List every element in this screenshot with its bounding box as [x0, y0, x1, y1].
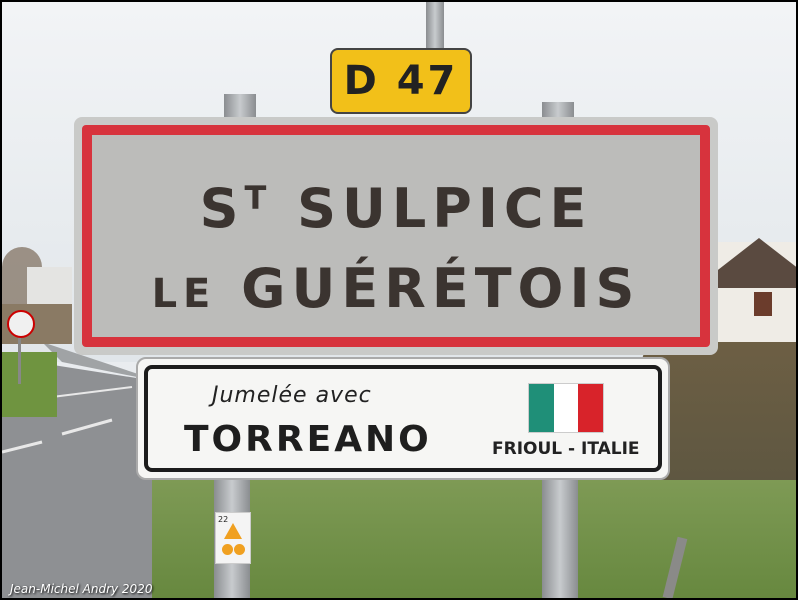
top-pole [426, 2, 444, 50]
twin-caption: Jumelée avec [212, 383, 372, 408]
road-number-label: D 47 [343, 58, 459, 104]
photo-credit: Jean-Michel Andry 2020 [10, 582, 153, 596]
house-left [27, 267, 72, 307]
grass-left [2, 352, 57, 417]
flag-white [553, 384, 579, 432]
town-name-line1: ST SULPICE [199, 177, 593, 240]
town-name-line2: LE GUÉRÉTOIS [151, 257, 641, 320]
town-sign-border: ST SULPICE LE GUÉRÉTOIS [82, 125, 710, 347]
town-entry-sign: ST SULPICE LE GUÉRÉTOIS [74, 117, 718, 355]
house-window [754, 292, 772, 316]
sticker-triangle-icon [224, 523, 242, 539]
twin-city: TORREANO [184, 419, 432, 460]
small-sign-pole [18, 332, 21, 384]
road-number-sign: D 47 [330, 48, 472, 114]
pole-left-top [224, 94, 256, 118]
photo: D 47 ST SULPICE LE GUÉRÉTOIS Jumelée ave… [2, 2, 796, 598]
trail-sticker: 22 [215, 512, 251, 564]
twin-sign-border: Jumelée avec TORREANO FRIOUL - ITALIE [144, 365, 662, 472]
pole-right-top [542, 102, 574, 118]
italy-flag-icon [528, 383, 604, 433]
sticker-circle-icon [234, 544, 245, 555]
small-road-sign [7, 310, 35, 338]
twin-town-sign: Jumelée avec TORREANO FRIOUL - ITALIE [136, 357, 670, 480]
twin-region: FRIOUL - ITALIE [492, 439, 640, 459]
sticker-circle-icon [222, 544, 233, 555]
pole-right [542, 480, 578, 598]
flag-red [578, 384, 604, 432]
flag-green [529, 384, 554, 432]
